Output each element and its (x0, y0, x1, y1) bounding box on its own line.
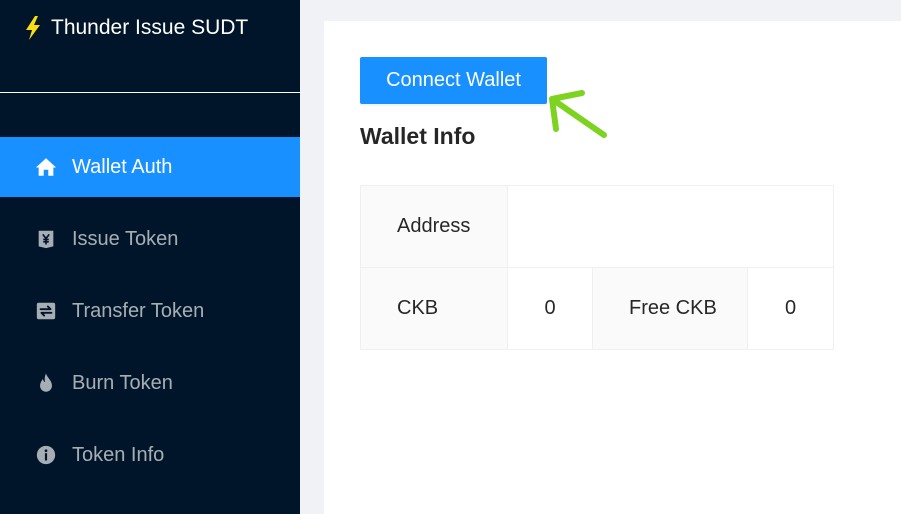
swap-icon (35, 300, 57, 322)
sidebar-item-label: Wallet Auth (72, 155, 173, 178)
sidebar-item-label: Issue Token (72, 227, 179, 250)
sidebar-divider (0, 92, 300, 93)
wallet-info-title: Wallet Info (360, 123, 476, 149)
sidebar: Thunder Issue SUDT Wallet Auth Issue Tok… (0, 0, 300, 514)
ckb-label: CKB (360, 267, 508, 350)
sidebar-item-burn-token[interactable]: Burn Token (0, 353, 300, 413)
sidebar-item-issue-token[interactable]: Issue Token (0, 209, 300, 269)
sidebar-item-label: Burn Token (72, 371, 173, 394)
lightning-bolt-icon (26, 16, 40, 40)
main-content: Connect Wallet Wallet Info Address CKB 0… (324, 21, 901, 514)
arrow-icon (549, 90, 607, 138)
sidebar-menu: Wallet Auth Issue Token Transfer Token B… (0, 137, 300, 497)
sidebar-item-label: Transfer Token (72, 299, 205, 322)
free-ckb-value: 0 (746, 267, 835, 350)
fire-icon (35, 372, 57, 394)
app-title: Thunder Issue SUDT (51, 16, 249, 39)
sidebar-item-transfer-token[interactable]: Transfer Token (0, 281, 300, 341)
sidebar-item-wallet-auth[interactable]: Wallet Auth (0, 137, 300, 197)
sidebar-item-token-info[interactable]: Token Info (0, 425, 300, 485)
address-label: Address (360, 185, 508, 268)
wallet-info-table: Address CKB 0 Free CKB 0 (360, 185, 835, 350)
connect-wallet-button[interactable]: Connect Wallet (360, 57, 547, 104)
info-icon (35, 444, 57, 466)
address-value (506, 185, 835, 268)
ckb-value: 0 (507, 267, 593, 350)
table-row: CKB 0 Free CKB 0 (360, 267, 835, 350)
yen-icon (35, 228, 57, 250)
free-ckb-label: Free CKB (592, 267, 748, 350)
home-icon (35, 156, 57, 178)
sidebar-item-label: Token Info (72, 443, 165, 466)
table-row: Address (360, 185, 835, 268)
app-brand: Thunder Issue SUDT (24, 14, 248, 42)
